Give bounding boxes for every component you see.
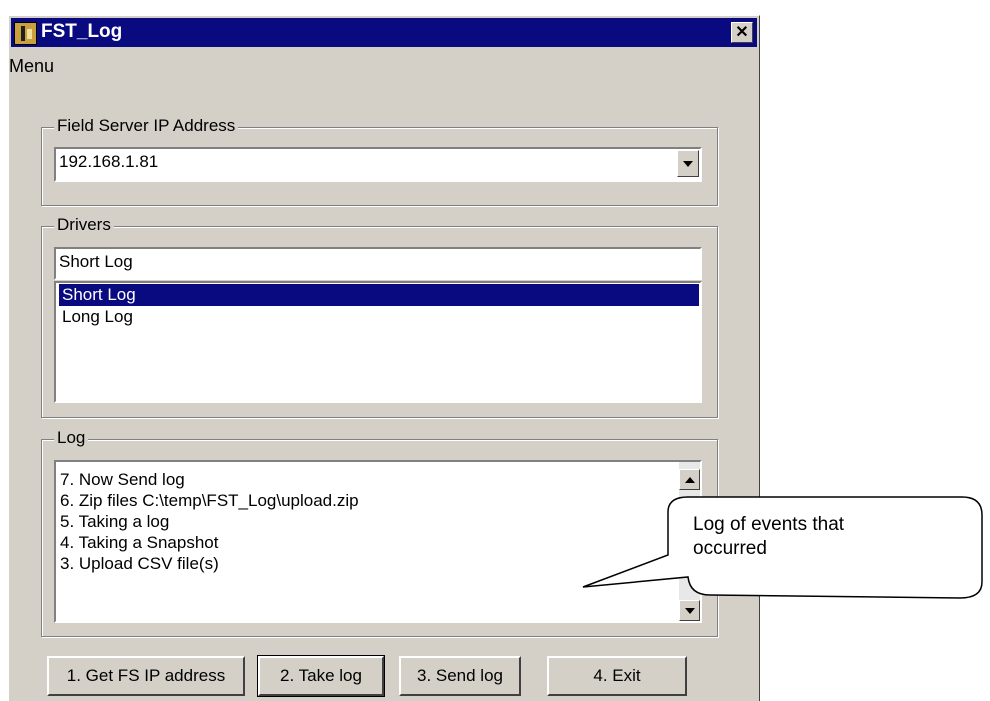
callout-text: Log of events that occurred — [693, 513, 913, 561]
callout-line-2: occurred — [693, 538, 767, 559]
speech-bubble-icon — [582, 496, 983, 599]
callout-line-1: Log of events that — [693, 514, 845, 535]
